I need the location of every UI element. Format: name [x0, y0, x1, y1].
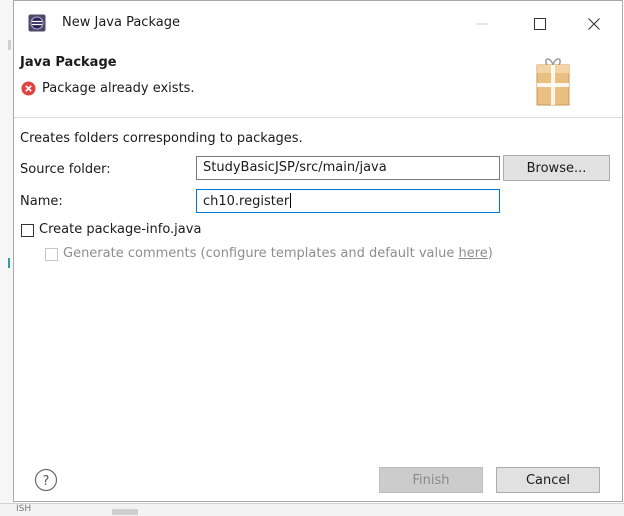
- cancel-button[interactable]: Cancel: [496, 467, 600, 493]
- close-button[interactable]: [574, 9, 614, 39]
- new-java-package-dialog: New Java Package Java Package Package al…: [13, 0, 623, 502]
- source-folder-input[interactable]: StudyBasicJSP/src/main/java: [196, 156, 500, 180]
- generate-comments-label: Generate comments (configure templates a…: [63, 246, 493, 261]
- header-separator: [14, 117, 622, 118]
- error-icon: [21, 81, 36, 96]
- background-scroll-thumb: [112, 509, 138, 515]
- edge-marker: [8, 258, 10, 268]
- name-input-value: ch10.register: [203, 194, 290, 209]
- maximize-button[interactable]: [520, 9, 560, 39]
- error-message: Package already exists.: [42, 81, 195, 96]
- background-window-edge: [0, 0, 14, 515]
- create-package-info-label: Create package-info.java: [39, 222, 202, 237]
- edge-marker: [8, 40, 11, 50]
- close-icon: [588, 18, 600, 30]
- name-input[interactable]: ch10.register: [196, 189, 500, 213]
- source-folder-label: Source folder:: [20, 162, 111, 177]
- svg-text:?: ?: [43, 474, 50, 489]
- description-text: Creates folders corresponding to package…: [20, 131, 303, 146]
- background-status-strip: ISH: [0, 503, 624, 516]
- configure-templates-link[interactable]: here: [459, 246, 488, 261]
- generate-comments-text: Generate comments (configure templates a…: [63, 246, 459, 261]
- name-label: Name:: [20, 194, 63, 209]
- title-bar[interactable]: New Java Package: [14, 1, 622, 45]
- finish-button[interactable]: Finish: [379, 467, 483, 493]
- generate-comments-checkbox[interactable]: [45, 248, 58, 261]
- wizard-title: Java Package: [20, 55, 117, 70]
- minimize-button[interactable]: [462, 9, 502, 39]
- window-title: New Java Package: [62, 15, 180, 30]
- create-package-info-checkbox[interactable]: [21, 224, 34, 237]
- browse-button[interactable]: Browse...: [503, 155, 610, 181]
- maximize-icon: [534, 18, 546, 30]
- generate-comments-close: ): [487, 246, 493, 261]
- background-status-text: ISH: [16, 504, 32, 514]
- wizard-header: Java Package Package already exists.: [14, 45, 622, 117]
- text-caret: [290, 193, 292, 208]
- package-wizard-icon: [536, 58, 570, 106]
- help-icon[interactable]: ?: [34, 468, 58, 492]
- minimize-icon: [476, 23, 488, 25]
- eclipse-app-icon: [28, 14, 46, 32]
